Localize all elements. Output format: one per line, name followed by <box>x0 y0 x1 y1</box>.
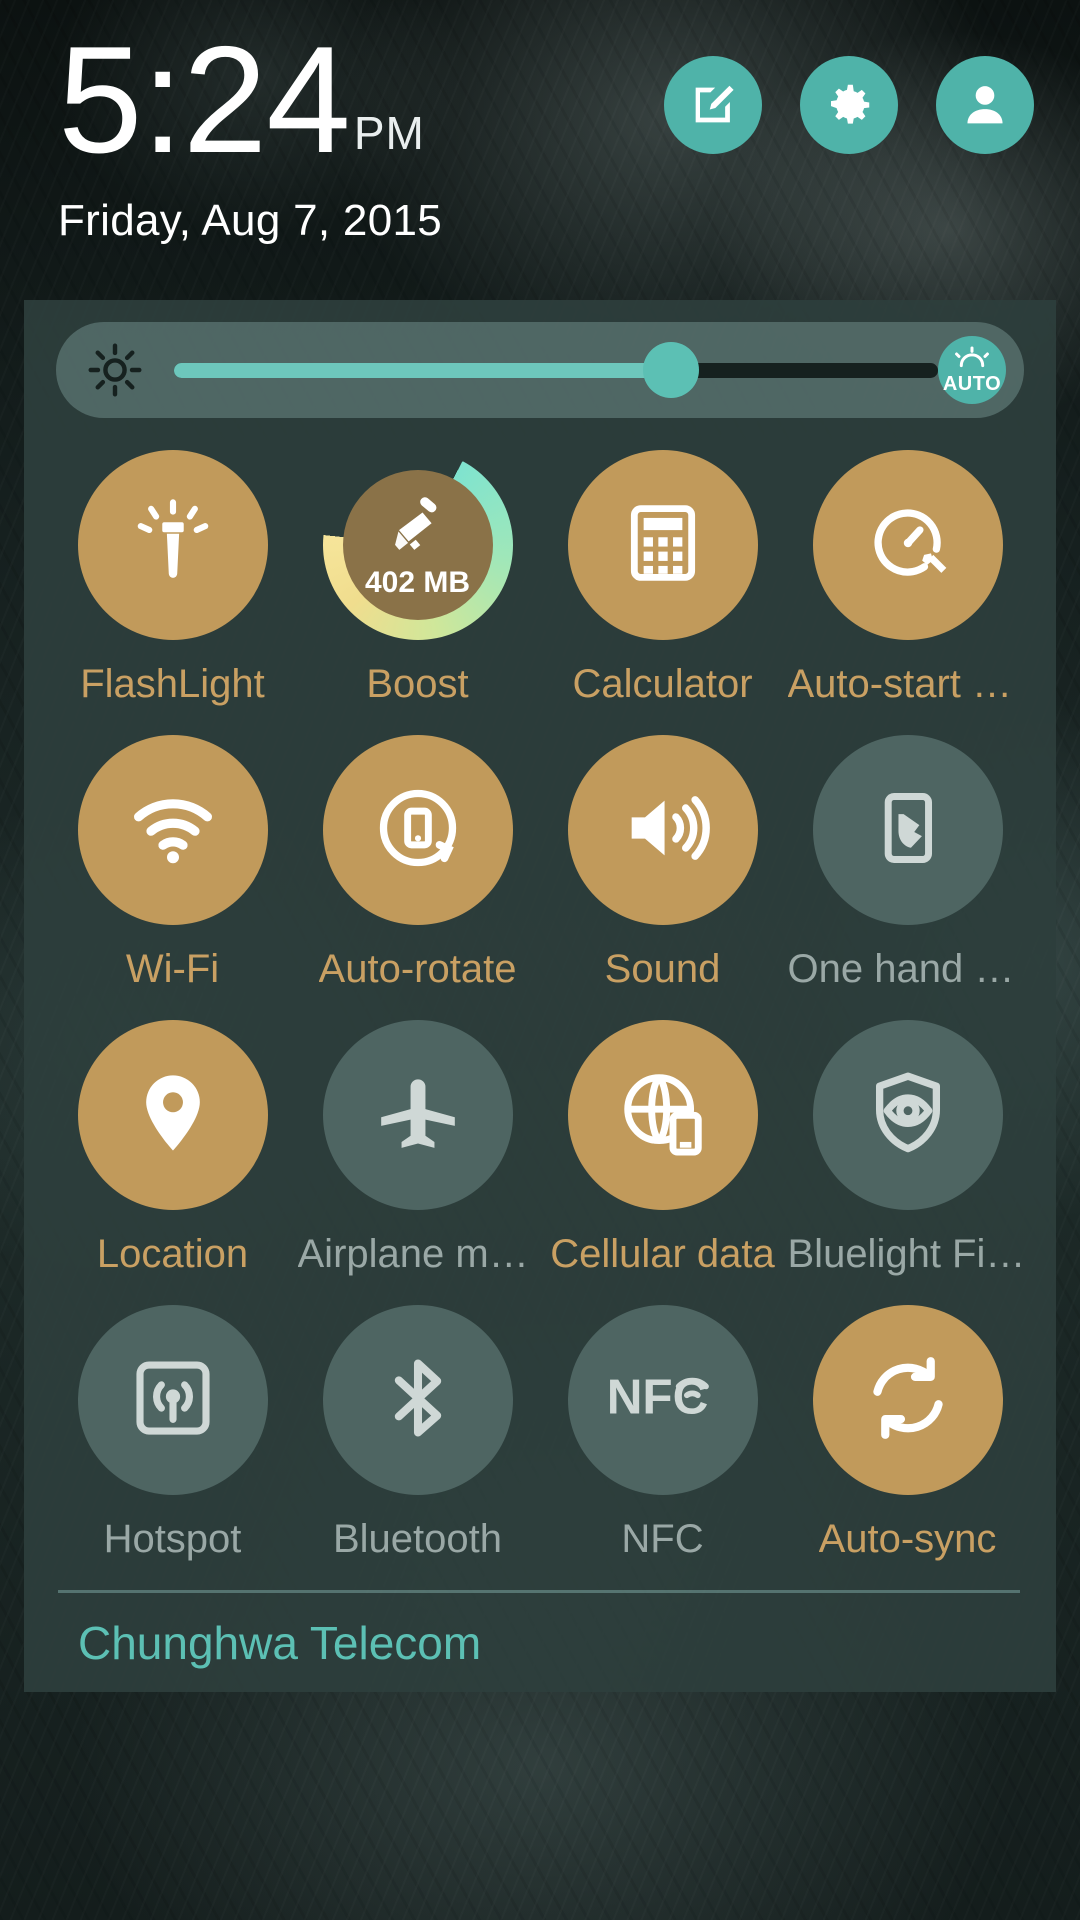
tile-icon-wrap <box>77 1020 268 1210</box>
tile-icon-wrap <box>322 1305 513 1495</box>
tile-label: Auto-start M… <box>787 662 1028 706</box>
shield-eye-icon <box>862 1067 954 1164</box>
tile-label: One hand op… <box>787 947 1028 991</box>
tile-bluelight-filter[interactable]: Bluelight Filter <box>785 1020 1030 1277</box>
tile-icon-wrap <box>567 735 758 925</box>
cellular-data-icon <box>617 1067 709 1164</box>
tile-label: Location <box>96 1232 249 1276</box>
tile-wifi[interactable]: Wi-Fi <box>50 735 295 992</box>
slider-thumb[interactable] <box>642 342 699 398</box>
auto-brightness-label: AUTO <box>942 373 1002 395</box>
tile-icon-wrap <box>322 1020 513 1210</box>
tile-label: Bluetooth <box>332 1517 503 1561</box>
tile-label: Auto-rotate <box>318 947 517 991</box>
tile-icon-wrap: NFC <box>567 1305 758 1495</box>
quick-settings-panel: AUTO FlashLight 402 MB Boost Calculator … <box>24 300 1056 1692</box>
hotspot-icon <box>128 1353 218 1448</box>
status-header: 5:24 PM Friday, Aug 7, 2015 <box>0 0 1080 300</box>
edit-button[interactable] <box>664 56 762 154</box>
tile-icon-wrap <box>77 735 268 925</box>
clock-time: 5:24 <box>58 15 351 185</box>
tile-label: Airplane mo… <box>297 1232 538 1276</box>
tile-label: Bluelight Filter <box>787 1232 1028 1276</box>
tile-icon-wrap: 402 MB <box>322 450 513 640</box>
tile-icon-wrap <box>77 450 268 640</box>
auto-brightness-button[interactable]: AUTO <box>938 336 1006 404</box>
tile-one-hand-operation[interactable]: One hand op… <box>785 735 1030 992</box>
tile-label: FlashLight <box>80 662 265 706</box>
auto-brightness-icon <box>952 346 992 373</box>
tile-icon-wrap <box>812 735 1003 925</box>
tile-label: Hotspot <box>103 1517 242 1561</box>
bluetooth-icon <box>372 1352 464 1449</box>
panel-divider <box>58 1590 1020 1593</box>
tile-label: Wi-Fi <box>125 947 220 991</box>
tile-calculator[interactable]: Calculator <box>540 450 785 707</box>
brightness-row: AUTO <box>56 322 1024 418</box>
tile-cellular-data[interactable]: Cellular data <box>540 1020 785 1277</box>
clock-meridiem: PM <box>353 107 425 159</box>
header-actions <box>664 56 1034 154</box>
one-hand-icon <box>864 784 952 877</box>
brightness-slider[interactable] <box>174 322 938 418</box>
tile-icon-wrap <box>322 735 513 925</box>
user-icon <box>959 79 1011 131</box>
boost-memory-badge: 402 MB <box>364 565 471 599</box>
time-row: 5:24 PM <box>58 15 442 185</box>
tile-icon-wrap <box>812 450 1003 640</box>
broom-icon <box>384 491 452 564</box>
tile-label: Calculator <box>572 662 753 706</box>
carrier-label: Chunghwa Telecom <box>78 1617 482 1669</box>
tile-nfc[interactable]: NFC NFC <box>540 1305 785 1562</box>
sync-icon <box>861 1351 955 1450</box>
clock-block: 5:24 PM Friday, Aug 7, 2015 <box>58 15 443 246</box>
slider-fill <box>174 362 671 378</box>
tile-icon-wrap <box>812 1305 1003 1495</box>
tile-icon-wrap <box>812 1020 1003 1210</box>
auto-rotate-icon <box>372 782 464 879</box>
tile-grid: FlashLight 402 MB Boost Calculator Auto-… <box>50 450 1030 1562</box>
calculator-icon <box>620 500 706 591</box>
nfc-icon: NFC <box>605 1360 721 1441</box>
flashlight-icon <box>127 497 219 594</box>
tile-icon-wrap <box>567 1020 758 1210</box>
tile-auto-rotate[interactable]: Auto-rotate <box>295 735 540 992</box>
tile-airplane-mode[interactable]: Airplane mo… <box>295 1020 540 1277</box>
tile-label: Cellular data <box>550 1232 775 1276</box>
location-pin-icon <box>127 1067 219 1164</box>
tile-label: Sound <box>604 947 721 991</box>
gear-icon <box>822 78 876 132</box>
profile-button[interactable] <box>936 56 1034 154</box>
tile-location[interactable]: Location <box>50 1020 295 1277</box>
auto-start-icon <box>862 497 954 594</box>
edit-icon <box>687 79 739 131</box>
tile-icon-wrap <box>77 1305 268 1495</box>
airplane-icon <box>371 1066 465 1165</box>
tile-label: Boost <box>366 662 469 706</box>
settings-button[interactable] <box>800 56 898 154</box>
tile-auto-sync[interactable]: Auto-sync <box>785 1305 1030 1562</box>
tile-hotspot[interactable]: Hotspot <box>50 1305 295 1562</box>
wifi-icon <box>125 780 221 881</box>
tile-flashlight[interactable]: FlashLight <box>50 450 295 707</box>
brightness-sun-icon <box>56 342 174 398</box>
tile-label: NFC <box>621 1517 704 1561</box>
tile-label: Auto-sync <box>818 1517 997 1561</box>
sound-icon <box>616 781 710 880</box>
boost-inner: 402 MB <box>342 470 493 620</box>
tile-bluetooth[interactable]: Bluetooth <box>295 1305 540 1562</box>
tile-boost[interactable]: 402 MB Boost <box>295 450 540 707</box>
tile-auto-start-manager[interactable]: Auto-start M… <box>785 450 1030 707</box>
tile-icon-wrap <box>567 450 758 640</box>
tile-sound[interactable]: Sound <box>540 735 785 992</box>
clock-date: Friday, Aug 7, 2015 <box>58 196 443 245</box>
